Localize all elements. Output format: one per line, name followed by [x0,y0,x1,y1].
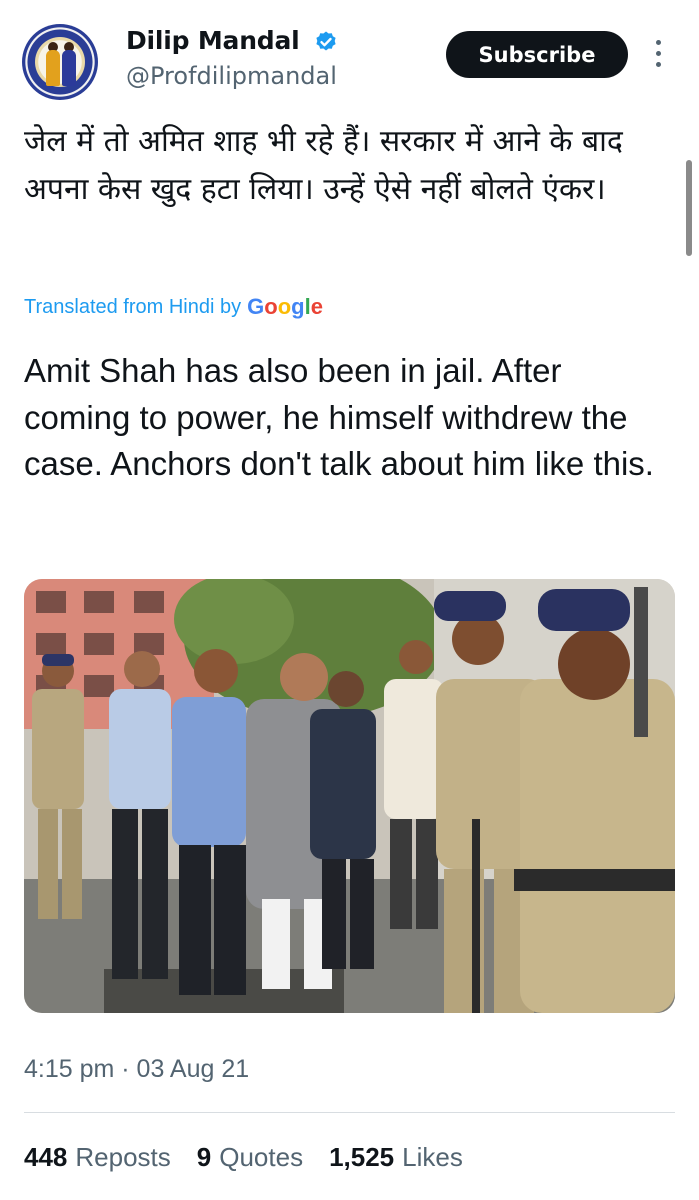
likes-count: 1,525 [329,1142,395,1172]
translation-label: Translated from Hindi by [24,295,242,318]
likes-stat[interactable]: 1,525 Likes [329,1142,463,1173]
tweet-text-translated: Amit Shah has also been in jail. After c… [24,352,654,482]
google-logo: Google [247,294,323,319]
reposts-stat[interactable]: 448 Reposts [24,1142,171,1173]
reposts-count: 448 [24,1142,68,1172]
likes-label: Likes [402,1142,463,1172]
author-handle[interactable]: @Profdilipmandal [126,62,337,90]
quotes-stat[interactable]: 9 Quotes [197,1142,303,1173]
tweet-header: Dilip Mandal @Profdilipmandal Subscribe [0,0,699,110]
photo-scene [24,579,675,1013]
scrollbar[interactable] [686,160,692,256]
tweet-photo[interactable] [24,579,675,1013]
translation-attribution[interactable]: Translated from Hindi by Google [24,294,323,320]
tweet-timestamp[interactable]: 4:15 pm · 03 Aug 21 [24,1055,249,1084]
quotes-label: Quotes [219,1142,304,1172]
tweet-text-original: जेल में तो अमित शाह भी रहे हैं। सरकार मे… [24,124,623,207]
avatar[interactable] [22,24,98,100]
divider [24,1112,675,1113]
reposts-label: Reposts [75,1142,171,1172]
more-vertical-icon[interactable] [652,40,664,70]
verified-badge-icon [316,31,336,51]
engagement-stats: 448 Reposts 9 Quotes 1,525 Likes [24,1142,489,1173]
subscribe-button[interactable]: Subscribe [446,31,628,78]
author-name[interactable]: Dilip Mandal [126,26,300,55]
quotes-count: 9 [196,1142,212,1172]
